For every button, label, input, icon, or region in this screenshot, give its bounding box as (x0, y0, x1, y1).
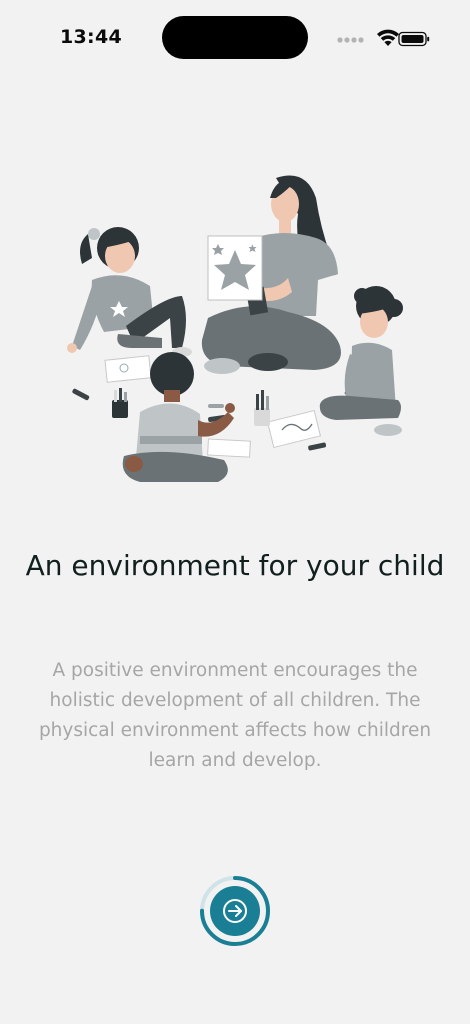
girl-figure (67, 227, 192, 357)
status-icons (336, 28, 436, 48)
wifi-icon (377, 29, 399, 46)
signal-dots-icon (337, 37, 364, 43)
progress-ring (200, 876, 270, 946)
status-bar: 13:44 (0, 0, 470, 76)
onboarding-description: A positive environment encourages the ho… (38, 660, 432, 771)
children-playing-illustration (58, 168, 418, 498)
status-time: 13:44 (60, 26, 122, 48)
onboarding-title: An environment for your child (25, 549, 445, 582)
next-button[interactable] (198, 874, 272, 948)
star-drawing-card (207, 235, 263, 301)
dynamic-island (162, 16, 308, 59)
battery-icon (398, 31, 430, 47)
